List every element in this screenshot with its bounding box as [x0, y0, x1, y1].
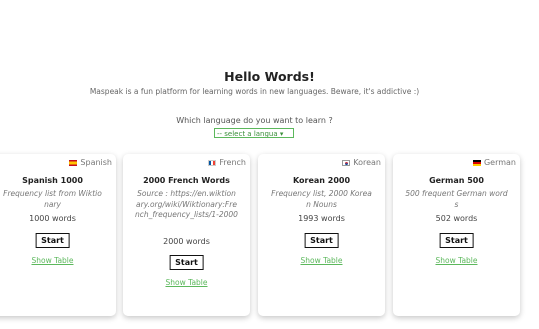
start-button[interactable]: Start [35, 233, 70, 248]
course-card-spanish: Spanish Spanish 1000 Frequency list from… [0, 154, 116, 316]
start-button[interactable]: Start [304, 233, 339, 248]
flag-es-icon [69, 159, 78, 166]
show-table-link[interactable]: Show Table [393, 256, 520, 265]
card-title: Spanish 1000 [22, 176, 83, 185]
card-source: Frequency list from Wiktionary [3, 189, 102, 209]
flag-fr-icon [208, 159, 217, 166]
card-source: Frequency list, 2000 Korean Nouns [271, 189, 372, 209]
course-card-korean: Korean Korean 2000 Frequency list, 2000 … [258, 154, 385, 316]
card-language: German [472, 158, 516, 167]
card-language-label: French [219, 158, 246, 167]
card-language: Korean [342, 158, 381, 167]
card-title: German 500 [429, 176, 484, 185]
card-source: Source : https://en.wiktionary.org/wiki/… [135, 189, 238, 219]
card-language-label: Korean [353, 158, 381, 167]
language-question: Which language do you want to learn ? [176, 116, 333, 125]
card-language: Spanish [69, 158, 112, 167]
card-word-count: 1000 words [29, 214, 76, 223]
card-language-label: Spanish [80, 158, 112, 167]
card-title: 2000 French Words [143, 176, 230, 185]
card-source: 500 frequent German words [405, 189, 508, 209]
card-title: Korean 2000 [292, 176, 351, 185]
show-table-link[interactable]: Show Table [0, 256, 116, 265]
course-card-french: French 2000 French Words Source : https:… [123, 154, 250, 316]
flag-kr-icon [342, 159, 351, 166]
show-table-link[interactable]: Show Table [123, 278, 250, 287]
show-table-link[interactable]: Show Table [258, 256, 385, 265]
card-language-label: German [483, 158, 516, 167]
card-word-count: 1993 words [298, 214, 345, 223]
card-language: French [208, 158, 246, 167]
flag-de-icon [472, 159, 481, 166]
page-title: Hello Words! [224, 69, 315, 84]
card-word-count: 502 words [435, 214, 478, 223]
start-button[interactable]: Start [439, 233, 474, 248]
card-word-count: 2000 words [163, 237, 210, 246]
language-select[interactable]: -- select a langua ▾ [214, 128, 294, 138]
page-subtitle: Maspeak is a fun platform for learning w… [89, 87, 420, 96]
start-button[interactable]: Start [169, 255, 204, 270]
course-card-german: German German 500 500 frequent German wo… [393, 154, 520, 316]
